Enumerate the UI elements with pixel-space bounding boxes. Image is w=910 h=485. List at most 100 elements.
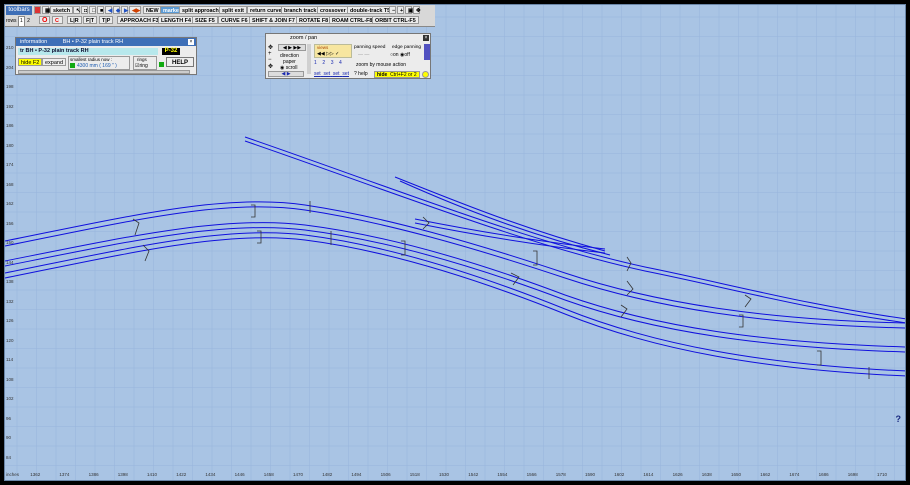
ruler-x-tick: 1710 xyxy=(877,472,888,477)
ring-checkbox[interactable]: ☑ring xyxy=(135,63,148,69)
split-exit-button[interactable]: split exit xyxy=(219,6,247,14)
ruler-x-tick: 1434 xyxy=(205,472,216,477)
ruler-x-tick: 1398 xyxy=(117,472,128,477)
zoom-step-buttons[interactable]: ◀ ▶ ▶▶ xyxy=(278,44,306,51)
ruler-x-tick: 1602 xyxy=(614,472,625,477)
ruler-y-tick: 198 xyxy=(6,84,14,89)
side-buttons[interactable] xyxy=(424,44,430,60)
help-button[interactable]: HELP xyxy=(166,57,194,67)
ruler-x-tick: 1410 xyxy=(147,472,158,477)
pan-lr-buttons[interactable]: ◀ ▶ xyxy=(268,71,304,77)
ruler-x-tick: 1386 xyxy=(88,472,99,477)
right-arrow-icon[interactable]: ▶ xyxy=(121,6,128,14)
set-button-4[interactable]: set xyxy=(342,71,349,77)
hide-button[interactable]: hide F2 xyxy=(18,58,43,66)
curve-button[interactable]: CURVE F6 xyxy=(218,16,251,24)
track-canvas[interactable]: 210 204 198 192 186 180 174 168 162 156 150 144 138 1… xyxy=(4,4,906,481)
zoom-pan-panel: zoom / pan × ✥ + − ✥ ◀ ▶ ▶▶ direction paper… xyxy=(265,33,431,79)
view-num-2[interactable]: 2 xyxy=(322,60,325,66)
left-arrow-icon[interactable]: ◀ xyxy=(105,6,112,14)
return-curve-button[interactable]: return curve xyxy=(247,6,285,14)
approach-button[interactable]: APPROACH F3 xyxy=(117,16,162,24)
ruler-x-tick: 1506 xyxy=(380,472,391,477)
zoom-hide-button[interactable]: hide Ctrl+F2 or 2 xyxy=(374,71,420,78)
size-button[interactable]: SIZE F5 xyxy=(192,16,218,24)
panning-speed-value[interactable]: — — xyxy=(358,52,369,58)
select-icon[interactable]: □ xyxy=(89,6,96,14)
new-button[interactable]: NEW xyxy=(143,6,162,14)
fit-icon[interactable]: ✥ xyxy=(413,6,421,14)
ruler-x-tick: 1662 xyxy=(760,472,771,477)
ruler-y-tick: 126 xyxy=(6,318,14,323)
ruler-x-tick: 1578 xyxy=(555,472,566,477)
ruler-y-tick: 120 xyxy=(6,337,14,343)
crossover-button[interactable]: crossover xyxy=(317,6,349,14)
info-title: information xyxy=(20,39,48,45)
ring-status-icon xyxy=(159,62,164,67)
pan-arrows-icon[interactable]: ✥ + − ✥ xyxy=(268,44,273,70)
expand-button[interactable]: expand xyxy=(42,58,67,66)
rows-option-1[interactable]: 1 xyxy=(17,16,25,27)
ruler-x-tick: 1482 xyxy=(322,472,333,477)
set-button-2[interactable]: set xyxy=(323,71,330,77)
horizontal-ruler: inches 1362 1374 1386 1398 1410 1422 1434 1446 14… xyxy=(5,472,905,479)
minus-icon[interactable]: − xyxy=(389,6,396,14)
zoom-slider[interactable] xyxy=(307,44,311,74)
help-question-icon[interactable]: ? xyxy=(896,414,902,424)
close-icon[interactable]: × xyxy=(188,39,194,45)
grid-small-icon[interactable]: ▣ xyxy=(405,6,413,14)
double-track-button[interactable]: double-track T5 xyxy=(347,6,394,14)
view-num-3[interactable]: 3 xyxy=(331,60,334,66)
stop-icon[interactable] xyxy=(34,6,41,14)
zoom-by-mouse-label[interactable]: zoom by mouse action xyxy=(356,62,406,68)
zoom-help-link[interactable]: ? help xyxy=(354,71,368,77)
fit-button[interactable]: F|T xyxy=(83,16,98,24)
track-rail xyxy=(414,222,606,254)
vertical-ruler: 210 204 198 192 186 180 174 168 162 156 150 144 138 1… xyxy=(6,5,20,480)
view-num-4[interactable]: 4 xyxy=(339,60,342,66)
undo-redo-icon[interactable]: ◀▶ xyxy=(129,6,141,14)
button-c[interactable]: C xyxy=(52,16,63,24)
pointer-icon[interactable]: ↖ xyxy=(73,6,81,14)
zoom-close-icon[interactable]: × xyxy=(423,35,429,41)
camera-icon[interactable]: ◘ xyxy=(81,6,88,14)
ruler-y-tick: 96 xyxy=(6,415,12,421)
tip-button[interactable]: T|P xyxy=(99,16,114,24)
plus-icon[interactable]: + xyxy=(397,6,404,14)
button-o[interactable]: O xyxy=(39,16,50,24)
branch-track-button[interactable]: branch track xyxy=(281,6,320,14)
sketch-button[interactable]: sketch xyxy=(50,6,74,14)
set-button-3[interactable]: set xyxy=(333,71,340,77)
lr-button[interactable]: L|R xyxy=(67,16,82,24)
edge-panning-options[interactable]: ○on ◉off xyxy=(390,52,410,58)
radius-label: smallest radius now : xyxy=(70,57,113,62)
zoom-hide-label: hide xyxy=(377,72,388,78)
ruler-x-tick: 1542 xyxy=(468,472,479,477)
ruler-y-tick: 168 xyxy=(6,181,14,187)
rotate-button[interactable]: ROTATE F8 xyxy=(296,16,332,24)
roam-button[interactable]: ROAM CTRL-F8 xyxy=(329,16,376,24)
block-icon[interactable]: ■ xyxy=(97,6,104,14)
track-drawing[interactable] xyxy=(5,5,906,481)
split-approach-button[interactable]: split approach xyxy=(179,6,222,14)
track-rail xyxy=(5,222,905,348)
info-scrollbar[interactable] xyxy=(18,70,190,74)
track-rail xyxy=(244,136,905,320)
views-arrows[interactable]: ◀◀ ▷▷ ✓ xyxy=(317,51,339,57)
diamond-icon[interactable]: ◆ xyxy=(113,6,120,14)
shift-join-button[interactable]: SHIFT & JOIN F7 xyxy=(249,16,298,24)
views-box: views ◀◀ ▷▷ ✓ xyxy=(314,44,352,58)
grid-icon[interactable]: ▦ xyxy=(42,6,50,14)
rows-option-2[interactable]: 2 xyxy=(26,17,31,26)
set-button-1[interactable]: set xyxy=(314,71,321,77)
ruler-x-tick: 1362 xyxy=(30,472,41,477)
length-button[interactable]: LENGTH F4 xyxy=(158,16,194,24)
ruler-y-tick: 150 xyxy=(6,240,14,245)
rows-selector: rows 1 2 xyxy=(6,16,32,27)
ruler-x-tick: 1566 xyxy=(526,472,537,477)
info-title-bar[interactable]: information BH • P-32 plain track RH xyxy=(16,38,196,46)
toolbars-title[interactable]: toolbars xyxy=(6,6,32,15)
orbit-button[interactable]: ORBIT CTRL-F5 xyxy=(372,16,419,24)
ruler-x-tick: 1626 xyxy=(672,472,683,477)
view-num-1[interactable]: 1 xyxy=(314,60,317,66)
